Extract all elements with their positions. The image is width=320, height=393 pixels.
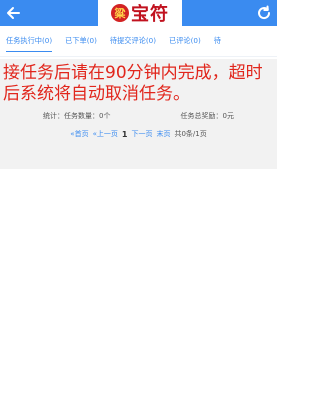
first-page-link[interactable]: «首页 — [70, 129, 88, 139]
logo-text: 宝符 — [131, 4, 169, 25]
pagination: «首页 «上一页 1 下一页 末页 共0条/1页 — [3, 129, 274, 139]
logo-badge: 粱 — [111, 4, 129, 22]
tab-more[interactable]: 待 — [208, 26, 228, 56]
tab-in-progress[interactable]: 任务执行中(0) — [0, 26, 59, 56]
tab-reviewed[interactable]: 已评论(0) — [163, 26, 208, 56]
task-reward-stat: 任务总奖励：0元 — [180, 112, 234, 120]
timeout-notice: 接任务后请在90分钟内完成，超时后系统将自动取消任务。 — [3, 63, 263, 104]
current-page: 1 — [121, 129, 128, 139]
refresh-icon[interactable] — [255, 4, 273, 22]
page-summary: 共0条/1页 — [174, 130, 207, 138]
prev-page-link[interactable]: «上一页 — [93, 129, 118, 139]
back-arrow-icon[interactable] — [4, 3, 22, 23]
tab-ordered[interactable]: 已下单(0) — [59, 26, 104, 56]
next-page-link[interactable]: 下一页 — [131, 129, 152, 139]
task-list-panel: 接任务后请在90分钟内完成，超时后系统将自动取消任务。 统计：任务数量：0个 任… — [0, 59, 277, 169]
task-count-stat: 统计：任务数量：0个 — [43, 112, 111, 120]
task-stats: 统计：任务数量：0个 任务总奖励：0元 — [3, 111, 274, 121]
app-logo: 粱 宝符 — [98, 0, 182, 26]
tab-pending-review[interactable]: 待提交评论(0) — [104, 26, 163, 56]
last-page-link[interactable]: 末页 — [156, 129, 170, 139]
task-status-tabs: 任务执行中(0) 已下单(0) 待提交评论(0) 已评论(0) 待 — [0, 26, 277, 57]
app-header: 粱 宝符 — [0, 0, 277, 26]
